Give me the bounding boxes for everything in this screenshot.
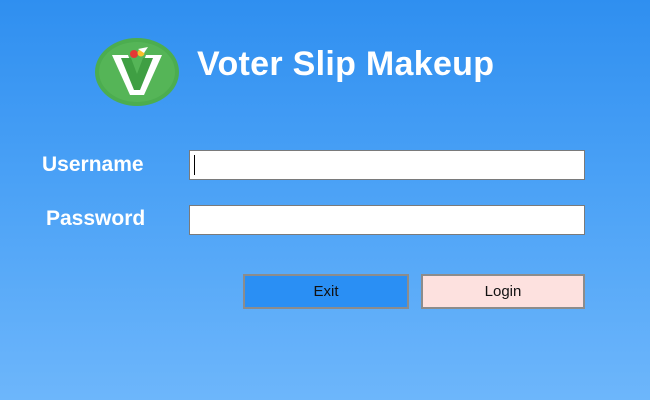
login-button[interactable]: Login [421, 274, 585, 309]
username-input[interactable] [189, 150, 585, 180]
login-window: Voter Slip Makeup Username Password Exit… [0, 0, 650, 400]
username-label: Username [42, 153, 144, 176]
voter-logo-icon [94, 37, 180, 107]
password-label: Password [46, 207, 146, 230]
app-title: Voter Slip Makeup [197, 45, 495, 83]
exit-button[interactable]: Exit [243, 274, 409, 309]
password-input[interactable] [189, 205, 585, 235]
text-caret [194, 155, 195, 175]
